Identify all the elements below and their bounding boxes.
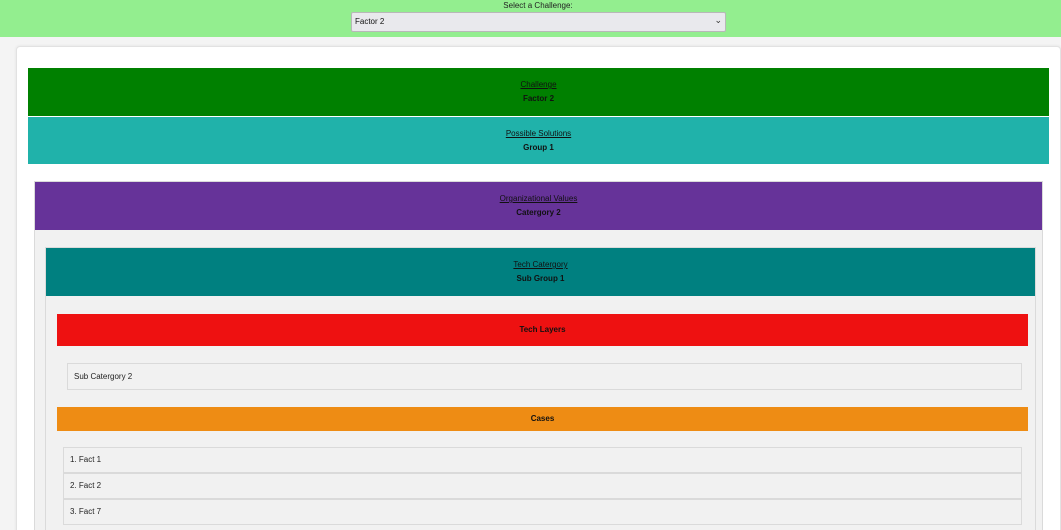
challenge-select-value: Factor 2 — [355, 17, 385, 26]
chevron-down-icon: ⌄ — [714, 15, 722, 25]
challenge-selector-bar: Select a Challenge: Factor 2 ⌄ — [0, 0, 1061, 37]
challenge-value: Factor 2 — [522, 94, 555, 103]
challenge-header: Challenge Factor 2 — [28, 68, 1049, 116]
org-values-value: Catergory 2 — [516, 208, 561, 217]
cases-header: Cases — [57, 407, 1028, 431]
tech-category-label[interactable]: Tech Catergory — [46, 260, 1035, 269]
tech-layers-title: Tech Layers — [519, 325, 566, 334]
case-item: 3. Fact 7 — [63, 499, 1022, 525]
solutions-value: Group 1 — [523, 143, 554, 152]
challenge-select-label: Select a Challenge: — [503, 1, 573, 10]
tech-category-value: Sub Group 1 — [516, 274, 565, 283]
case-item: 1. Fact 1 — [63, 447, 1022, 473]
challenge-label[interactable]: Challenge — [28, 80, 1049, 89]
tech-layers-header: Tech Layers — [57, 314, 1028, 346]
org-values-header: Organizational Values Catergory 2 — [35, 182, 1042, 230]
tech-layer-item: Sub Catergory 2 — [67, 363, 1022, 390]
case-item: 2. Fact 2 — [63, 473, 1022, 499]
challenge-select[interactable]: Factor 2 ⌄ — [351, 12, 726, 32]
solutions-header: Possible Solutions Group 1 — [28, 117, 1049, 164]
tech-category-header: Tech Catergory Sub Group 1 — [46, 248, 1035, 296]
cases-title: Cases — [530, 414, 555, 423]
solutions-label[interactable]: Possible Solutions — [28, 129, 1049, 138]
org-values-label[interactable]: Organizational Values — [35, 194, 1042, 203]
